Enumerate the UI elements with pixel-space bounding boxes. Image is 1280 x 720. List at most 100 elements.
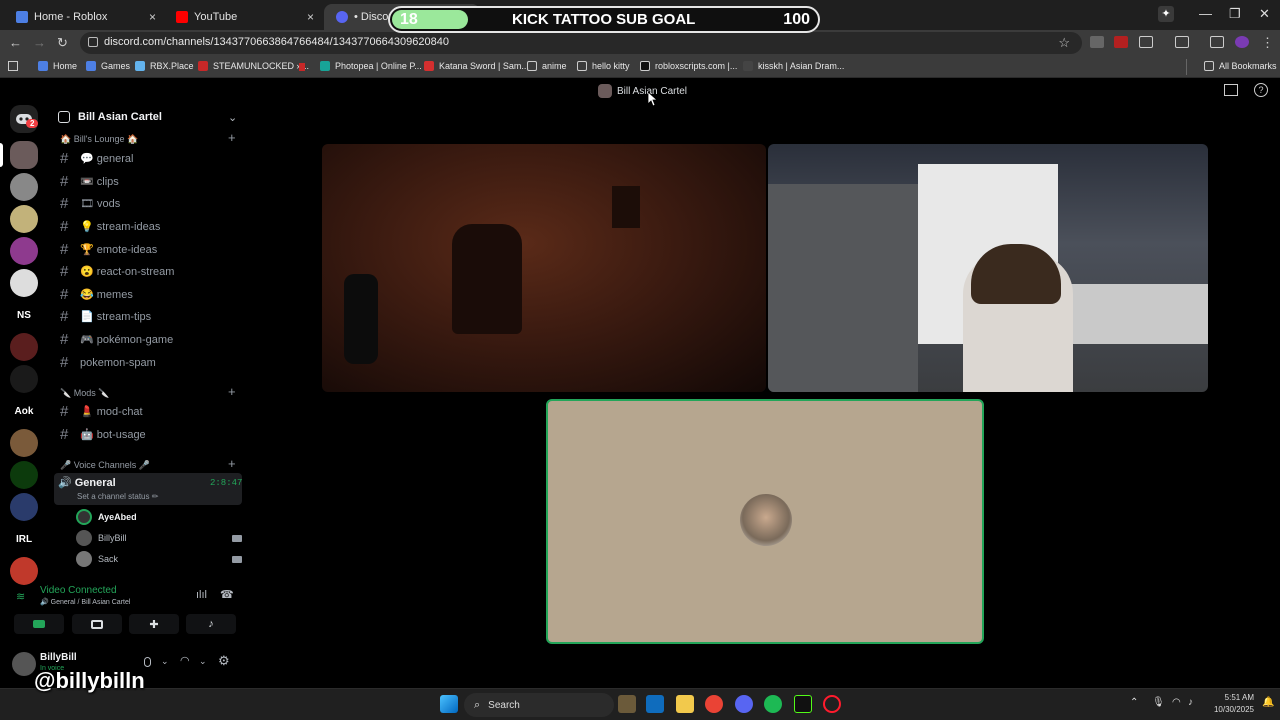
video-tile-speaking[interactable] [546, 399, 984, 644]
channel-emote-ideas[interactable]: # 🏆 emote-ideas [60, 241, 157, 258]
voice-user[interactable]: Sack [76, 550, 242, 568]
profile-avatar[interactable] [1235, 36, 1249, 48]
add-channel-icon[interactable]: + [228, 130, 236, 145]
server-header[interactable]: Bill Asian Cartel [58, 111, 162, 123]
user-avatar[interactable] [12, 652, 36, 676]
server-icon[interactable] [10, 237, 38, 265]
chrome-icon[interactable] [705, 695, 723, 713]
channel-react-on-stream[interactable]: # 😮 react-on-stream [60, 263, 174, 280]
all-bookmarks[interactable]: All Bookmarks [1204, 61, 1277, 71]
voice-user[interactable]: AyeAbed [76, 508, 236, 526]
chevron-down-icon[interactable]: ⌄ [228, 111, 237, 124]
connection-status[interactable]: Video Connected [40, 585, 117, 596]
user-name[interactable]: BillyBill [40, 652, 77, 663]
taskbar-app-icon[interactable] [794, 695, 812, 713]
voice-user[interactable]: BillyBill [76, 529, 242, 547]
gear-icon[interactable]: ⚙ [218, 653, 230, 669]
channel-bot-usage[interactable]: # 🤖 bot-usage [60, 426, 146, 443]
taskbar-app-icon[interactable] [646, 695, 664, 713]
bookmark-home[interactable]: Home [38, 61, 77, 71]
channel-stream-ideas[interactable]: # 💡 stream-ideas [60, 218, 160, 235]
tab-search-icon[interactable] [1175, 36, 1189, 48]
spotify-icon[interactable] [764, 695, 782, 713]
server-icon[interactable] [10, 429, 38, 457]
close-icon[interactable]: × [307, 10, 314, 24]
add-channel-icon[interactable]: + [228, 384, 236, 399]
taskbar-search[interactable]: ⌕ Search [464, 693, 614, 717]
microphone-icon[interactable]: 🎙 [1152, 697, 1165, 708]
channel-mod-chat[interactable]: # 💄 mod-chat [60, 403, 143, 420]
server-icon[interactable] [10, 205, 38, 233]
site-info-icon[interactable] [88, 37, 98, 47]
activities-button[interactable]: ✚ [129, 614, 179, 634]
bookmark-kisskh[interactable]: kisskh | Asian Dram... [743, 61, 844, 71]
category-voice[interactable]: 🎤 Voice Channels 🎤 [60, 460, 150, 471]
close-icon[interactable]: × [149, 10, 156, 24]
server-icon[interactable] [10, 365, 38, 393]
wifi-icon[interactable]: ◠ [1172, 697, 1181, 708]
tab-youtube[interactable]: YouTube × [164, 4, 322, 30]
chevron-up-icon[interactable]: ⌃ [1130, 697, 1138, 708]
extensions-puzzle-icon[interactable] [1139, 36, 1153, 48]
screen-share-button[interactable] [72, 614, 122, 634]
channel-memes[interactable]: # 😂 memes [60, 286, 133, 303]
server-icon[interactable] [10, 493, 38, 521]
soundboard-button[interactable]: ♪ [186, 614, 236, 634]
video-tile[interactable] [322, 144, 766, 392]
signal-icon[interactable]: ≋ [16, 590, 25, 603]
server-icon[interactable] [10, 269, 38, 297]
extension-icon[interactable] [1090, 36, 1104, 48]
help-icon[interactable]: ? [1254, 83, 1268, 97]
disconnect-icon[interactable]: ☎ [220, 588, 234, 601]
menu-icon[interactable]: ⋮ [1261, 35, 1274, 51]
bookmark-photopea[interactable]: Photopea | Online P... [320, 61, 422, 71]
address-bar[interactable]: discord.com/channels/1343770663864766484… [80, 32, 1082, 54]
restore-icon[interactable]: ❐ [1229, 6, 1241, 22]
back-icon[interactable]: ← [9, 35, 22, 50]
channel-status[interactable]: Set a channel status ✏ [77, 492, 158, 501]
connection-location[interactable]: 🔊 General / Bill Asian Cartel [40, 598, 130, 606]
channel-stream-tips[interactable]: # 📄 stream-tips [60, 308, 151, 325]
category-mods[interactable]: 🔪 Mods 🔪 [60, 388, 109, 399]
gemini-icon[interactable]: ✦ [1158, 6, 1174, 22]
bookmark-rbxplace[interactable]: RBX.Place [135, 61, 194, 71]
server-icon[interactable] [10, 173, 38, 201]
bookmark-hello-kitty[interactable]: hello kitty [577, 61, 630, 71]
voice-channel-general[interactable]: 🔊 General 2:8:47 Set a channel status ✏ [54, 473, 242, 505]
category-lounge[interactable]: 🏠 Bill's Lounge 🏠 [60, 134, 138, 145]
bookmark-games[interactable]: Games [86, 61, 130, 71]
channel-vods[interactable]: # 🎞 vods [60, 195, 120, 212]
channel-general[interactable]: # 💬 general [60, 150, 133, 167]
forward-icon[interactable]: → [33, 35, 46, 50]
server-kick[interactable] [10, 461, 38, 489]
bookmark-star-icon[interactable]: ☆ [1058, 35, 1070, 51]
microphone-icon[interactable] [144, 657, 151, 667]
bookmark-robloxscripts[interactable]: robloxscripts.com |... [640, 61, 737, 71]
channel-clips[interactable]: # 📼 clips [60, 173, 119, 190]
chevron-down-icon[interactable]: ⌄ [199, 656, 207, 667]
media-control-icon[interactable] [1210, 36, 1224, 48]
video-tile[interactable] [768, 144, 1208, 392]
reload-icon[interactable]: ↻ [57, 35, 68, 51]
noise-suppression-icon[interactable]: ılıl [196, 589, 207, 601]
bookmark-katana[interactable]: Katana Sword | Sam... [424, 61, 529, 71]
extension-icon[interactable] [1114, 36, 1128, 48]
bookmark-anime[interactable]: anime [527, 61, 567, 71]
bookmark-steamunlocked[interactable]: STEAMUNLOCKED »... [198, 61, 309, 71]
close-window-icon[interactable]: ✕ [1259, 6, 1270, 22]
server-ns[interactable]: NS [10, 301, 38, 329]
discord-icon[interactable] [735, 695, 753, 713]
add-channel-icon[interactable]: + [228, 456, 236, 471]
headphones-icon[interactable]: ◠ [180, 654, 190, 667]
opera-icon[interactable] [823, 695, 841, 713]
minimize-icon[interactable]: — [1199, 6, 1212, 21]
clock-date[interactable]: 10/30/2025 [1206, 705, 1254, 714]
bookmark-icon[interactable] [299, 63, 305, 71]
windows-start-icon[interactable] [440, 695, 458, 713]
server-icon[interactable] [10, 333, 38, 361]
inbox-icon[interactable] [1224, 84, 1238, 96]
camera-button[interactable] [14, 614, 64, 634]
taskbar-app-icon[interactable] [618, 695, 636, 713]
channel-pokemon-spam[interactable]: # pokemon-spam [60, 354, 156, 371]
tab-roblox[interactable]: Home - Roblox × [4, 4, 164, 30]
